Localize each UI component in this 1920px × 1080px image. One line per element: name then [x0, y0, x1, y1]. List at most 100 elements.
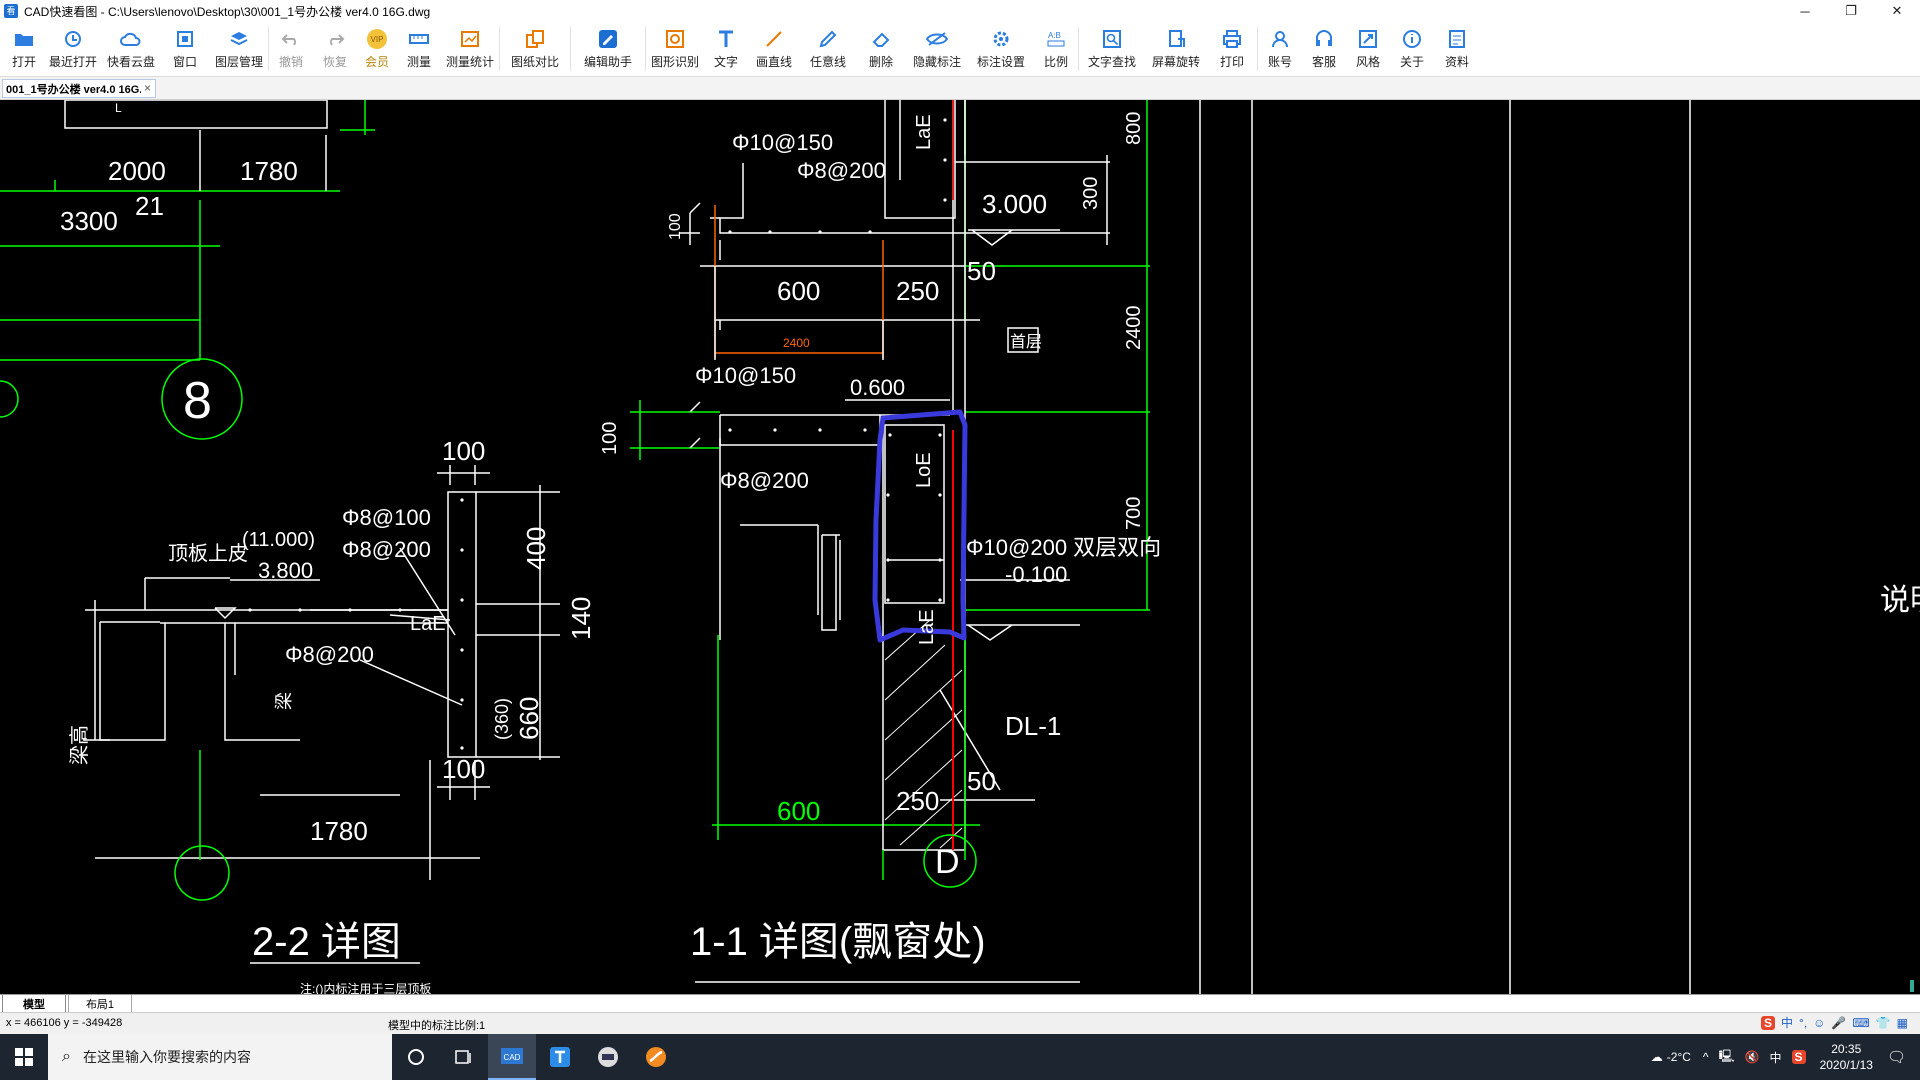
axis-D-label: D — [935, 843, 960, 881]
text-search-button[interactable]: 文字查找 — [1079, 22, 1145, 70]
about-button[interactable]: 关于 — [1390, 22, 1434, 70]
close-window-button[interactable]: ✕ — [1874, 0, 1920, 22]
recent-icon — [62, 28, 84, 50]
detail-1-1-texts: Φ10@150 Φ8@200 LaE 100 3.000 300 800 600… — [599, 112, 1920, 964]
notification-icon[interactable]: 🗨 — [1887, 1048, 1906, 1066]
text-tool-button[interactable]: 文字 — [704, 22, 748, 70]
docs-icon — [1446, 28, 1468, 50]
layer-manager-button[interactable]: 图层管理 — [210, 22, 268, 70]
laE-top: LaE — [913, 114, 935, 150]
system-tray: ☁ -2°C ^ 🖳 🔇 中 S 20:35 2020/1/13 🗨 — [1651, 1034, 1920, 1080]
toolbox-icon[interactable]: ▦ — [1897, 1016, 1908, 1030]
style-button[interactable]: 风格 — [1346, 22, 1390, 70]
annotation-scale: 模型中的标注比例:1 — [388, 1020, 486, 1032]
clock-date: 2020/1/13 — [1819, 1058, 1873, 1072]
browser-taskbar-icon[interactable] — [632, 1034, 680, 1080]
text-icon — [715, 28, 737, 50]
drawing-canvas[interactable]: L 2000 1780 3300 21 8 100 Φ8@100 Φ8@200 … — [0, 100, 1920, 994]
t-app-taskbar-icon[interactable] — [536, 1034, 584, 1080]
measure-stats-button[interactable]: 测量统计 — [441, 22, 499, 70]
clock[interactable]: 20:35 2020/1/13 — [1820, 1041, 1873, 1073]
svg-text:VIP: VIP — [371, 35, 384, 44]
cloud-drive-button[interactable]: 快看云盘 — [102, 22, 160, 70]
screen-rotate-button[interactable]: 屏幕旋转 — [1145, 22, 1207, 70]
undo-button[interactable]: 撤销 — [269, 22, 313, 70]
sogou-tray-icon[interactable]: S — [1791, 1050, 1806, 1064]
punctuation-icon[interactable]: °, — [1799, 1016, 1807, 1030]
measure-icon — [408, 28, 430, 50]
laE-mid: LoE — [913, 452, 935, 488]
network-icon[interactable]: 🖳 — [1719, 1047, 1735, 1068]
headset-icon — [1313, 28, 1335, 50]
layers-icon — [228, 28, 250, 50]
highlight-annotation — [872, 409, 968, 643]
weather-icon[interactable]: ☁ — [1651, 1050, 1663, 1064]
dim-140: 140 — [566, 597, 596, 640]
ime-chinese-icon[interactable]: 中 — [1781, 1014, 1793, 1031]
cad-app-taskbar-icon[interactable]: CAD — [488, 1034, 536, 1080]
rebar-label-1: Φ8@100 — [342, 505, 431, 530]
elevation-0600: 0.600 — [850, 375, 905, 400]
top-box — [64, 100, 328, 129]
minimize-button[interactable]: ─ — [1782, 0, 1828, 22]
cortana-icon[interactable] — [392, 1034, 440, 1080]
hide-annotation-button[interactable]: 隐藏标注 — [906, 22, 968, 70]
tab-model[interactable]: 模型 — [2, 995, 66, 1013]
redo-button[interactable]: 恢复 — [313, 22, 357, 70]
edit-assistant-icon — [597, 28, 619, 50]
account-button[interactable]: 账号 — [1258, 22, 1302, 70]
taskbar-search[interactable]: ⌕ 在这里输入你要搜索的内容 — [48, 1034, 392, 1080]
dim-700: 700 — [1123, 497, 1145, 530]
keyboard-icon[interactable]: ⌨ — [1852, 1016, 1869, 1030]
print-icon — [1221, 28, 1243, 50]
vip-icon: VIP — [366, 28, 388, 50]
start-button[interactable] — [0, 1034, 48, 1080]
edit-assistant-button[interactable]: 编辑助手 — [571, 22, 645, 70]
resources-button[interactable]: 资料 — [1434, 22, 1480, 70]
sogou-icon[interactable]: S — [1760, 1015, 1775, 1030]
open-button[interactable]: 打开 — [4, 22, 44, 70]
title-bar: 看 CAD快速看图 - C:\Users\lenovo\Desktop\30\0… — [0, 0, 1920, 22]
dim-660: 660 — [514, 697, 544, 740]
freehand-line-button[interactable]: 任意线 — [800, 22, 856, 70]
rebar-top-1: Φ10@150 — [732, 130, 833, 155]
draw-line-button[interactable]: 画直线 — [748, 22, 800, 70]
dim-100-b: 100 — [599, 422, 621, 455]
dim-250-top: 250 — [896, 276, 939, 306]
compare-button[interactable]: 图纸对比 — [500, 22, 570, 70]
beam-height-label: 梁高 — [68, 725, 91, 765]
shape-recognition-button[interactable]: 图形识别 — [646, 22, 704, 70]
status-bar: x = 466106 y = -349428 模型中的标注比例:1 S 中 °,… — [0, 1012, 1920, 1035]
hide-annotation-icon — [926, 28, 948, 50]
ime-lang-indicator[interactable]: 中 — [1770, 1049, 1782, 1066]
annotation-settings-button[interactable]: 标注设置 — [968, 22, 1034, 70]
task-view-icon[interactable] — [440, 1034, 488, 1080]
top-fragment: L — [115, 101, 122, 115]
tab-layout1[interactable]: 布局1 — [68, 995, 132, 1013]
dim-250-bottom: 250 — [896, 786, 939, 816]
svg-text:CAD: CAD — [504, 1053, 521, 1062]
mic-icon[interactable]: 🎤 — [1831, 1016, 1846, 1030]
emoji-icon[interactable]: ☺ — [1813, 1016, 1825, 1030]
beam-tag-dl1: DL-1 — [1005, 711, 1061, 741]
delete-button[interactable]: 删除 — [856, 22, 906, 70]
tray-chevron-icon[interactable]: ^ — [1703, 1050, 1709, 1064]
scale-button[interactable]: A:B 比例 — [1034, 22, 1078, 70]
maximize-button[interactable]: ❐ — [1828, 0, 1874, 22]
close-tab-icon[interactable]: × — [144, 81, 151, 95]
ime-toolbar: S 中 °, ☺ 🎤 ⌨ 👕 ▦ — [1760, 1014, 1908, 1031]
meeting-app-taskbar-icon[interactable] — [584, 1034, 632, 1080]
dim-600-top: 600 — [777, 276, 820, 306]
recent-open-button[interactable]: 最近打开 — [44, 22, 102, 70]
eraser-icon — [870, 28, 892, 50]
document-tab[interactable]: 001_1号办公楼 ver4.0 16G.dwg × — [2, 79, 156, 98]
print-button[interactable]: 打印 — [1207, 22, 1257, 70]
clock-time: 20:35 — [1831, 1042, 1862, 1056]
skin-icon[interactable]: 👕 — [1876, 1016, 1891, 1030]
window-button[interactable]: 窗口 — [160, 22, 210, 70]
vip-button[interactable]: VIP 会员 — [357, 22, 397, 70]
measure-button[interactable]: 测量 — [397, 22, 441, 70]
customer-service-button[interactable]: 客服 — [1302, 22, 1346, 70]
red-dimension: 2400 — [783, 336, 810, 350]
volume-icon[interactable]: 🔇 — [1745, 1050, 1760, 1064]
